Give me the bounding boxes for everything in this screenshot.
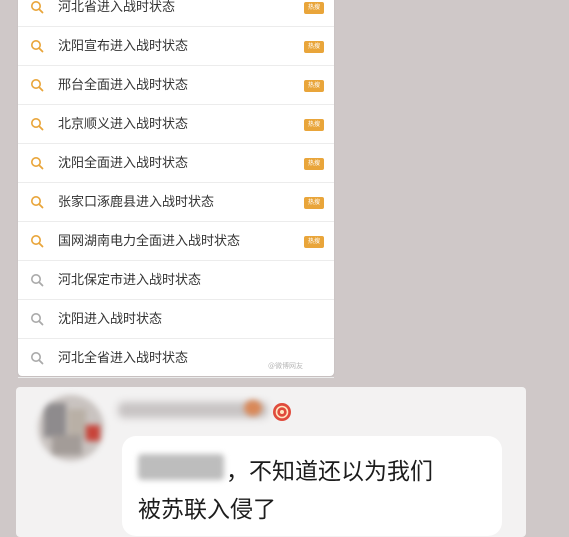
hot-badge: 热搜 [304,119,324,131]
suggestion-label: 沈阳进入战时状态 [58,312,163,327]
search-icon [31,118,44,131]
hot-badge: 热搜 [304,41,324,53]
message-text-line2: 被苏联入侵了 [138,497,276,523]
suggestion-item[interactable]: 河北保定市进入战时状态 [18,261,334,300]
message-text-line1: ，不知道还以为我们 [226,459,433,485]
suggestion-label: 河北保定市进入战时状态 [58,273,202,288]
search-icon [31,40,44,53]
search-icon [31,157,44,170]
suggestion-label: 沈阳全面进入战时状态 [58,156,189,171]
suggestion-item[interactable]: 河北全省进入战时状态 [18,339,334,378]
suggestion-label: 邢台全面进入战时状态 [58,78,189,93]
suggestion-item[interactable]: 张家口涿鹿县进入战时状态 热搜 [18,183,334,222]
watermark: @微博网友 [268,362,303,370]
suggestion-item[interactable]: 河北省进入战时状态 热搜 [18,0,334,27]
search-icon [31,1,44,14]
suggestion-label: 张家口涿鹿县进入战时状态 [58,195,215,210]
search-icon [31,235,44,248]
search-icon [31,196,44,209]
suggestion-item[interactable]: 国网湖南电力全面进入战时状态 热搜 [18,222,334,261]
suggestion-label: 沈阳宣布进入战时状态 [58,39,189,54]
avatar[interactable] [38,395,104,461]
search-icon [31,313,44,326]
search-icon [31,352,44,365]
hot-badge: 热搜 [304,158,324,170]
suggestion-item[interactable]: 北京顺义进入战时状态 热搜 [18,105,334,144]
search-icon [31,79,44,92]
hot-badge: 热搜 [304,236,324,248]
suggestion-item[interactable]: 沈阳进入战时状态 [18,300,334,339]
hot-badge: 热搜 [304,80,324,92]
level-badge-icon [273,403,291,421]
suggestion-item[interactable]: 沈阳宣布进入战时状态 热搜 [18,27,334,66]
search-suggestion-list: 河北省进入战时状态 热搜 沈阳宣布进入战时状态 热搜 邢台全面进入战时状态 热搜 北京顺义进… [18,0,334,378]
hot-badge: 热搜 [304,2,324,14]
username-redacted-tail [244,400,262,416]
hot-badge: 热搜 [304,197,324,209]
suggestion-label: 国网湖南电力全面进入战时状态 [58,234,241,249]
suggestion-label: 河北全省进入战时状态 [58,351,189,366]
suggestion-item[interactable]: 邢台全面进入战时状态 热搜 [18,66,334,105]
mention-redacted [138,454,224,480]
suggestion-item[interactable]: 沈阳全面进入战时状态 热搜 [18,144,334,183]
search-icon [31,274,44,287]
suggestion-label: 北京顺义进入战时状态 [58,117,189,132]
suggestion-label: 河北省进入战时状态 [58,0,176,15]
